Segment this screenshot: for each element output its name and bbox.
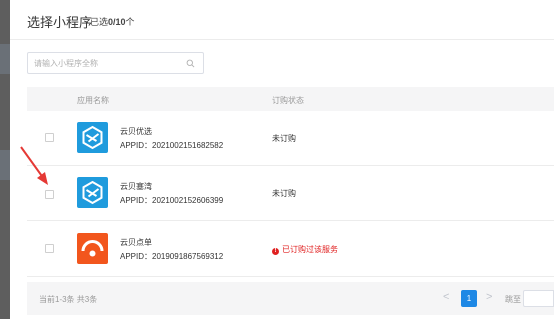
row-checkbox[interactable] <box>45 190 54 199</box>
column-app-name: 应用名称 <box>77 96 109 105</box>
table-row[interactable]: 云贝优选 APPID：2021002151682582 未订购 <box>27 111 554 166</box>
dialog-header: 选择小程序 已选0/10个 <box>10 0 554 40</box>
app-name: 云贝优选 <box>120 127 152 136</box>
annotation-arrow <box>20 146 48 185</box>
selected-prefix: 已选 <box>90 17 109 27</box>
umbrella-logo-icon <box>77 233 108 264</box>
goto-label: 跳至 <box>505 295 521 304</box>
selected-count: 已选0/10个 <box>90 15 135 28</box>
table-row[interactable]: 云贝塞湾 APPID：2021002152606399 未订购 <box>27 166 554 221</box>
hexagon-logo-icon <box>77 122 108 153</box>
next-page-button[interactable]: > <box>486 291 492 303</box>
page-backdrop <box>0 0 10 319</box>
alert-icon: ! <box>272 248 279 255</box>
table-header: 应用名称 订购状态 <box>27 87 554 111</box>
page-button-current[interactable]: 1 <box>461 290 477 307</box>
select-miniprogram-dialog: 选择小程序 已选0/10个 应用名称 订购状态 云贝优选 APPID：20210… <box>10 0 554 319</box>
app-name: 云贝塞湾 <box>120 182 152 191</box>
app-id: APPID：2019091867569312 <box>120 252 224 261</box>
pagination-bar: 当前1-3条 共3条 < 1 > 跳至 <box>27 282 554 315</box>
selected-suffix: 个 <box>125 17 135 27</box>
row-checkbox[interactable] <box>45 133 54 142</box>
dialog-title: 选择小程序 <box>27 15 93 30</box>
goto-page-input[interactable] <box>523 290 554 307</box>
app-id: APPID：2021002151682582 <box>120 141 224 150</box>
hexagon-logo-icon <box>77 177 108 208</box>
selected-value: 0/10 <box>108 17 126 27</box>
prev-page-button[interactable]: < <box>443 291 449 303</box>
order-status: 未订购 <box>272 189 296 198</box>
table-row[interactable]: 云贝点单 APPID：2019091867569312 ! 已订购过该服务 <box>27 222 554 277</box>
pagination-summary: 当前1-3条 共3条 <box>39 295 98 304</box>
app-name: 云贝点单 <box>120 238 152 247</box>
order-status: 未订购 <box>272 134 296 143</box>
app-id: APPID：2021002152606399 <box>120 196 224 205</box>
order-status-text: 已订购过该服务 <box>282 245 338 254</box>
backdrop-strip <box>0 150 10 180</box>
search-input[interactable] <box>34 56 184 70</box>
search-icon[interactable] <box>186 59 195 68</box>
backdrop-strip <box>0 44 10 74</box>
order-status: ! 已订购过该服务 <box>272 244 338 255</box>
row-checkbox[interactable] <box>45 244 54 253</box>
column-order-status: 订购状态 <box>272 96 304 105</box>
search-box <box>27 52 204 74</box>
